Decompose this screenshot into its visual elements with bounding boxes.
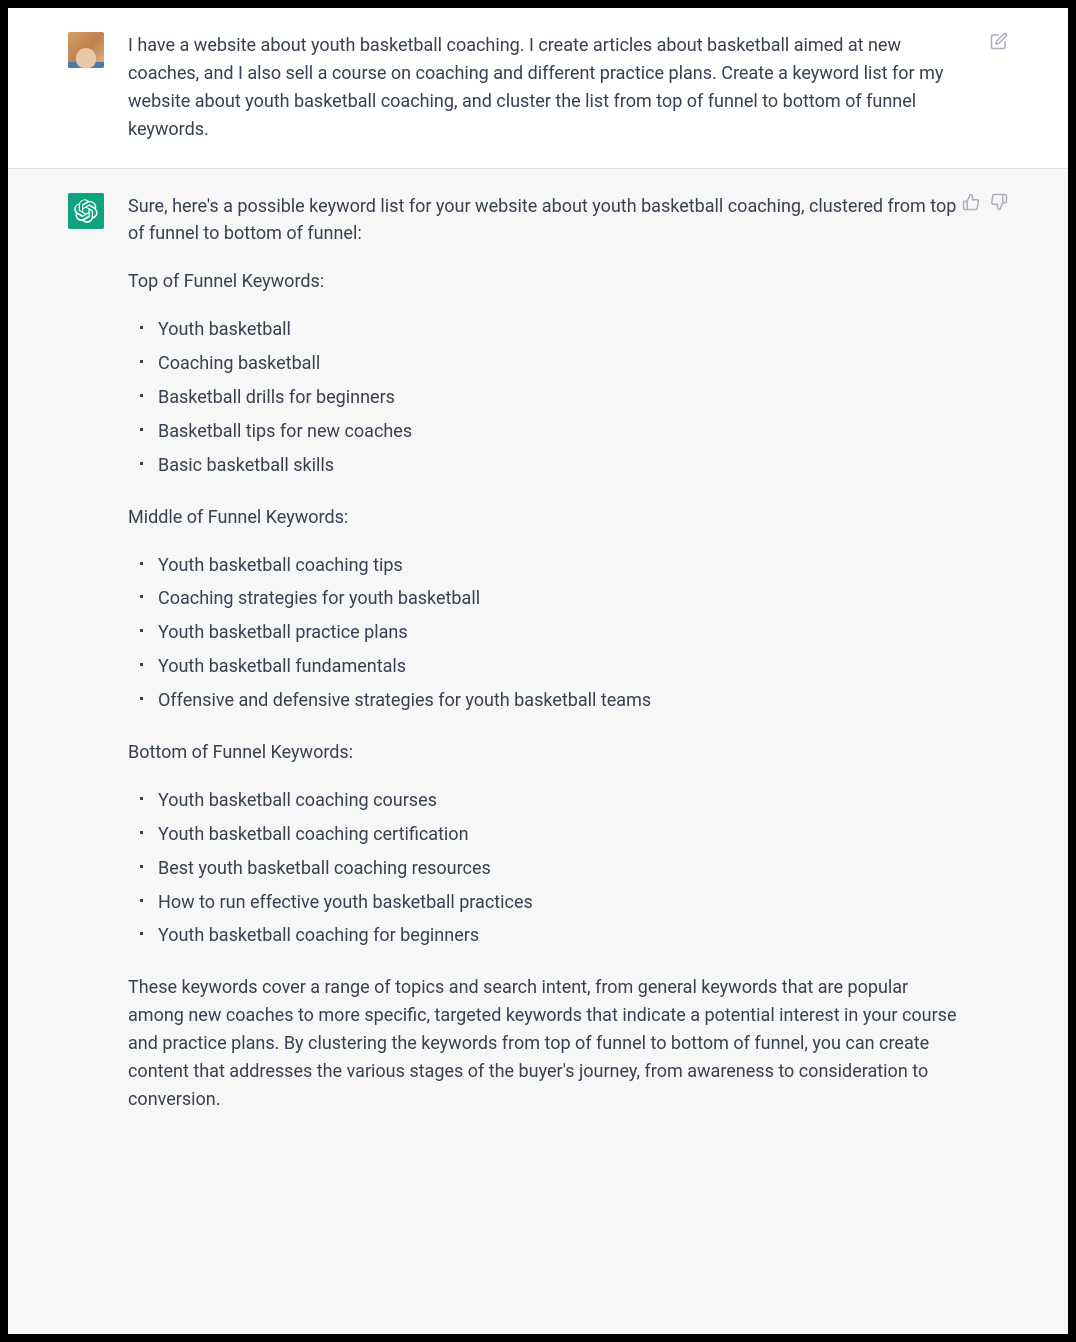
assistant-message: Sure, here's a possible keyword list for… bbox=[8, 169, 1068, 1138]
user-avatar bbox=[68, 32, 104, 68]
keyword-list-middle: Youth basketball coaching tips Coaching … bbox=[144, 552, 968, 715]
list-item: Youth basketball coaching for beginners bbox=[144, 922, 968, 950]
user-message-text: I have a website about youth basketball … bbox=[128, 32, 1008, 144]
assistant-message-content: Sure, here's a possible keyword list for… bbox=[128, 193, 1008, 1114]
list-item: Youth basketball fundamentals bbox=[144, 653, 968, 681]
chat-window: I have a website about youth basketball … bbox=[8, 8, 1068, 1334]
assistant-outro: These keywords cover a range of topics a… bbox=[128, 974, 968, 1113]
list-item: Basic basketball skills bbox=[144, 452, 968, 480]
edit-button[interactable] bbox=[990, 32, 1008, 50]
list-item: Basketball tips for new coaches bbox=[144, 418, 968, 446]
section-label-middle: Middle of Funnel Keywords: bbox=[128, 504, 968, 532]
user-message-actions bbox=[990, 32, 1008, 50]
list-item: Coaching basketball bbox=[144, 350, 968, 378]
list-item: Youth basketball practice plans bbox=[144, 619, 968, 647]
list-item: Youth basketball bbox=[144, 316, 968, 344]
user-message: I have a website about youth basketball … bbox=[8, 8, 1068, 169]
thumbs-up-icon bbox=[962, 193, 980, 211]
list-item: Coaching strategies for youth basketball bbox=[144, 585, 968, 613]
keyword-list-bottom: Youth basketball coaching courses Youth … bbox=[144, 787, 968, 950]
list-item: Basketball drills for beginners bbox=[144, 384, 968, 412]
assistant-avatar bbox=[68, 193, 104, 229]
thumbs-down-button[interactable] bbox=[990, 193, 1008, 211]
section-label-bottom: Bottom of Funnel Keywords: bbox=[128, 739, 968, 767]
list-item: Offensive and defensive strategies for y… bbox=[144, 687, 968, 715]
section-label-top: Top of Funnel Keywords: bbox=[128, 268, 968, 296]
thumbs-up-button[interactable] bbox=[962, 193, 980, 211]
assistant-message-actions bbox=[962, 193, 1008, 211]
keyword-list-top: Youth basketball Coaching basketball Bas… bbox=[144, 316, 968, 479]
assistant-intro: Sure, here's a possible keyword list for… bbox=[128, 193, 968, 249]
user-prompt-text: I have a website about youth basketball … bbox=[128, 32, 968, 144]
list-item: Youth basketball coaching tips bbox=[144, 552, 968, 580]
openai-logo-icon bbox=[74, 199, 98, 223]
list-item: Best youth basketball coaching resources bbox=[144, 855, 968, 883]
list-item: How to run effective youth basketball pr… bbox=[144, 889, 968, 917]
list-item: Youth basketball coaching certification bbox=[144, 821, 968, 849]
edit-icon bbox=[990, 32, 1008, 50]
list-item: Youth basketball coaching courses bbox=[144, 787, 968, 815]
thumbs-down-icon bbox=[990, 193, 1008, 211]
